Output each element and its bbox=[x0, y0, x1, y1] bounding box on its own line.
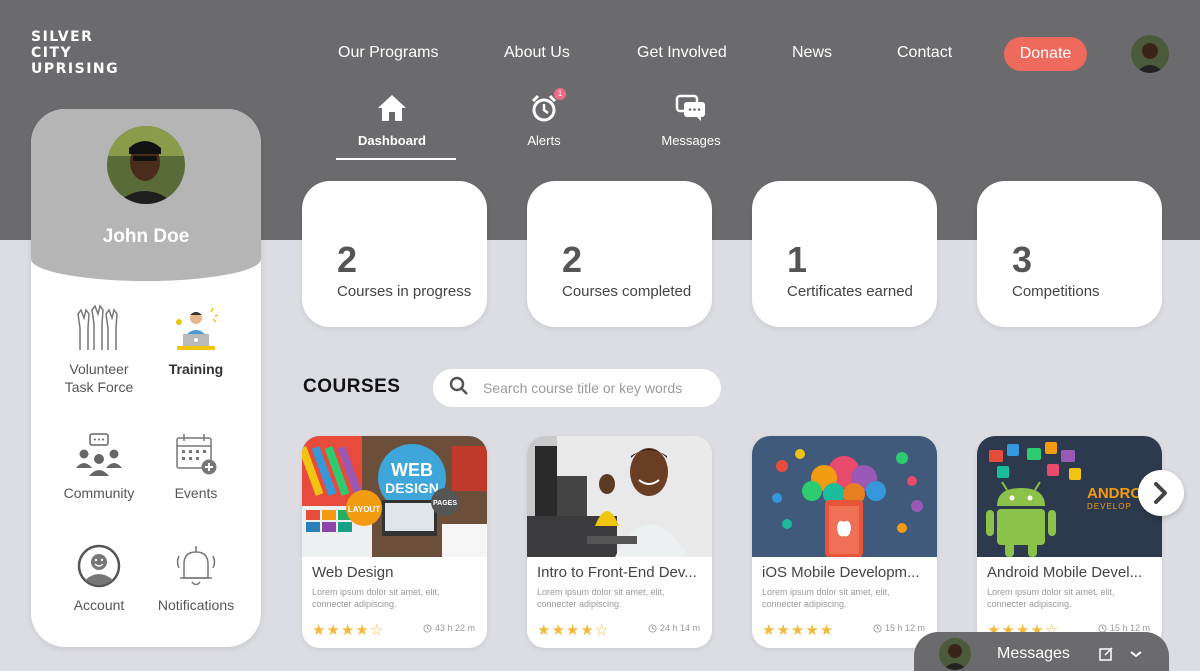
course-thumbnail: WEB DESIGN LAYOUT PAGES bbox=[302, 436, 487, 557]
star-filled-icon: ★ bbox=[340, 622, 356, 639]
svg-text:WEB: WEB bbox=[391, 460, 433, 480]
profile-sidebar: John Doe Volunteer Task Force Training C… bbox=[31, 109, 261, 647]
nav-about-us[interactable]: About Us bbox=[504, 44, 570, 62]
community-icon bbox=[44, 426, 154, 476]
alerts-badge: 1 bbox=[554, 88, 566, 100]
course-card-front-end[interactable]: Intro to Front-End Dev... Lorem ipsum do… bbox=[527, 436, 712, 648]
alarm-clock-icon: 1 bbox=[484, 88, 604, 124]
tab-alerts[interactable]: 1 Alerts bbox=[484, 88, 604, 148]
course-duration: 24 h 14 m bbox=[648, 623, 700, 633]
nav-news[interactable]: News bbox=[792, 44, 832, 62]
sidebar-item-events[interactable]: Events bbox=[141, 426, 251, 502]
star-filled-icon: ★ bbox=[790, 622, 806, 639]
user-avatar[interactable] bbox=[1131, 35, 1169, 73]
stat-card-in-progress[interactable]: 2 Courses in progress bbox=[302, 181, 487, 327]
star-filled-icon: ★ bbox=[537, 622, 552, 639]
messages-avatar bbox=[939, 638, 971, 670]
clock-icon bbox=[648, 623, 657, 633]
raised-hands-icon bbox=[44, 302, 154, 352]
tab-dashboard[interactable]: Dashboard bbox=[332, 92, 452, 148]
laptop-person-icon bbox=[141, 302, 251, 352]
stat-card-completed[interactable]: 2 Courses completed bbox=[527, 181, 712, 327]
svg-text:DESIGN: DESIGN bbox=[385, 480, 439, 496]
search-input[interactable] bbox=[483, 380, 703, 396]
course-rating: ★★★★☆ bbox=[312, 621, 384, 639]
star-filled-icon: ★ bbox=[355, 622, 370, 639]
clock-icon bbox=[423, 623, 432, 633]
course-thumbnail: ANDROI DEVELOP bbox=[977, 436, 1162, 557]
course-thumbnail bbox=[752, 436, 937, 557]
course-description: Lorem ipsum dolor sit amet, elit, connec… bbox=[987, 587, 1115, 609]
sidebar-item-notifications[interactable]: Notifications bbox=[141, 538, 251, 614]
svg-text:PAGES: PAGES bbox=[433, 500, 457, 507]
course-description: Lorem ipsum dolor sit amet, elit, connec… bbox=[537, 587, 665, 609]
brand-logo[interactable]: SILVER CITY UPRISING bbox=[31, 29, 119, 77]
home-icon bbox=[332, 92, 452, 124]
course-title: Android Mobile Devel... bbox=[987, 564, 1143, 581]
course-search[interactable] bbox=[433, 369, 721, 407]
course-card-android[interactable]: ANDROI DEVELOP Android Mobile Devel... L… bbox=[977, 436, 1162, 648]
star-empty-icon: ☆ bbox=[369, 622, 385, 639]
donate-button[interactable]: Donate bbox=[1004, 37, 1087, 71]
course-duration: 43 h 22 m bbox=[423, 623, 475, 633]
messages-dock-label: Messages bbox=[997, 645, 1070, 662]
account-smile-icon bbox=[44, 538, 154, 588]
profile-avatar[interactable] bbox=[107, 126, 185, 204]
sidebar-item-volunteer[interactable]: Volunteer Task Force bbox=[44, 302, 154, 396]
courses-heading: COURSES bbox=[303, 376, 401, 397]
course-rating: ★★★★☆ bbox=[537, 621, 609, 639]
tab-messages[interactable]: Messages bbox=[631, 92, 751, 148]
bell-icon bbox=[141, 538, 251, 588]
search-icon bbox=[449, 376, 469, 401]
course-title: Web Design bbox=[312, 564, 394, 581]
course-title: Intro to Front-End Dev... bbox=[537, 564, 697, 581]
star-filled-icon: ★ bbox=[312, 622, 327, 639]
chevron-right-icon bbox=[1154, 482, 1167, 504]
nav-contact[interactable]: Contact bbox=[897, 44, 952, 62]
sidebar-item-training[interactable]: Training bbox=[141, 302, 251, 378]
course-thumbnail bbox=[527, 436, 712, 557]
star-filled-icon: ★ bbox=[565, 622, 581, 639]
star-empty-icon: ☆ bbox=[594, 622, 610, 639]
star-filled-icon: ★ bbox=[326, 622, 341, 639]
star-filled-icon: ★ bbox=[580, 622, 595, 639]
course-duration: 15 h 12 m bbox=[873, 623, 925, 633]
messages-dock[interactable]: Messages bbox=[914, 632, 1169, 671]
course-description: Lorem ipsum dolor sit amet, elit, connec… bbox=[312, 587, 440, 609]
course-card-web-design[interactable]: WEB DESIGN LAYOUT PAGES Web Design Lorem… bbox=[302, 436, 487, 648]
profile-header: John Doe bbox=[31, 109, 261, 281]
svg-text:LAYOUT: LAYOUT bbox=[348, 505, 380, 514]
sidebar-item-account[interactable]: Account bbox=[44, 538, 154, 614]
clock-icon bbox=[873, 623, 882, 633]
stat-card-competitions[interactable]: 3 Competitions bbox=[977, 181, 1162, 327]
chat-bubbles-icon bbox=[631, 92, 751, 124]
profile-name: John Doe bbox=[102, 226, 190, 247]
star-filled-icon: ★ bbox=[776, 622, 791, 639]
edit-icon[interactable] bbox=[1098, 646, 1114, 667]
star-filled-icon: ★ bbox=[551, 622, 566, 639]
stat-card-certificates[interactable]: 1 Certificates earned bbox=[752, 181, 937, 327]
course-card-ios[interactable]: iOS Mobile Developm... Lorem ipsum dolor… bbox=[752, 436, 937, 648]
chevron-down-icon[interactable] bbox=[1128, 646, 1144, 667]
nav-get-involved[interactable]: Get Involved bbox=[637, 44, 727, 62]
nav-our-programs[interactable]: Our Programs bbox=[338, 44, 438, 62]
course-description: Lorem ipsum dolor sit amet, elit, connec… bbox=[762, 587, 890, 609]
sidebar-item-community[interactable]: Community bbox=[44, 426, 154, 502]
course-rating: ★★★★★ bbox=[762, 621, 834, 639]
course-title: iOS Mobile Developm... bbox=[762, 564, 920, 581]
star-filled-icon: ★ bbox=[762, 622, 777, 639]
star-filled-icon: ★ bbox=[819, 622, 835, 639]
calendar-add-icon bbox=[141, 426, 251, 476]
svg-text:DEVELOP: DEVELOP bbox=[1087, 502, 1132, 511]
courses-next-button[interactable] bbox=[1138, 470, 1184, 516]
star-filled-icon: ★ bbox=[805, 622, 820, 639]
active-tab-indicator bbox=[336, 158, 456, 160]
